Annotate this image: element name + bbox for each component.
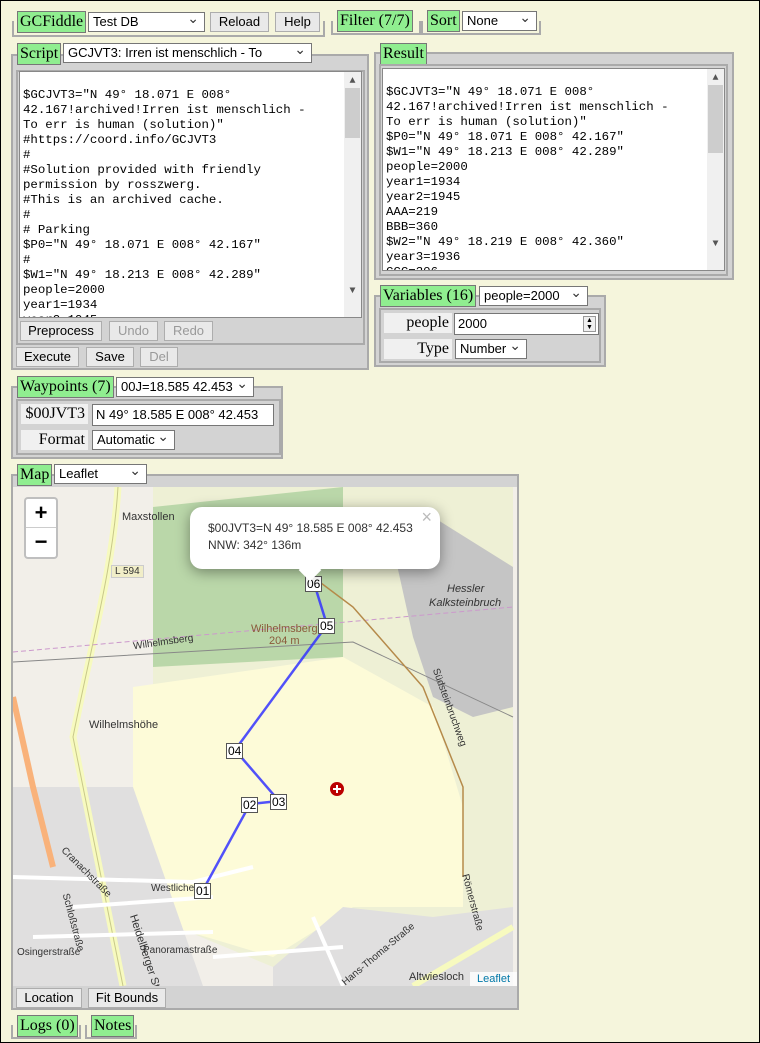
app-title[interactable]: GCFiddle (17, 11, 87, 33)
map-label: Kalksteinbruch (429, 597, 502, 609)
zoom-control: + − (24, 497, 58, 559)
map-label: Altwiesloch (409, 971, 465, 983)
map-view[interactable]: Maxstollen L 594 Wilhelmsberg 204 m Wilh… (13, 487, 517, 986)
map-label: Osingerstraße (17, 947, 81, 958)
variables-legend[interactable]: Variables (16) (380, 285, 477, 307)
execute-button[interactable]: Execute (16, 347, 79, 367)
result-legend[interactable]: Result (380, 43, 427, 65)
waypoint-name-label: $00JVT3 (21, 404, 88, 424)
variable-type-label: Type (384, 339, 452, 359)
waypoint-coord-input[interactable]: N 49° 18.585 E 008° 42.453 (92, 404, 274, 426)
spinner-icon[interactable]: ▲ ▼ (583, 316, 596, 332)
script-textarea[interactable]: $GCJVT3="N 49° 18.071 E 008° 42.167!arch… (19, 71, 362, 318)
waypoints-legend[interactable]: Waypoints (7) (17, 376, 114, 398)
database-select[interactable]: Test DB (88, 12, 205, 32)
location-button[interactable]: Location (16, 988, 82, 1008)
sort-select[interactable]: None (462, 11, 537, 31)
save-button[interactable]: Save (86, 347, 134, 367)
variable-value-input[interactable]: 2000 ▲ ▼ (454, 313, 599, 335)
result-text: $GCJVT3="N 49° 18.071 E 008° 42.167!arch… (386, 85, 669, 270)
popup-close-icon[interactable]: × (421, 508, 432, 526)
map-label: Wilhelmshöhe (89, 719, 159, 731)
map-label: Hessler (447, 583, 485, 595)
help-button[interactable]: Help (275, 12, 320, 32)
waypoint-format-select[interactable]: Automatic (92, 430, 175, 450)
logs-legend[interactable]: Logs (0) (17, 1015, 78, 1037)
variable-name-label: people (384, 313, 452, 333)
map-label: 204 m (269, 635, 300, 647)
redo-button[interactable]: Redo (164, 321, 213, 341)
zoom-out-button[interactable]: − (26, 528, 56, 557)
map-type-select[interactable]: Leaflet (54, 464, 147, 484)
waypoint-format-label: Format (21, 430, 88, 450)
script-legend[interactable]: Script (17, 43, 62, 65)
notes-legend[interactable]: Notes (91, 1015, 135, 1037)
script-text: $GCJVT3="N 49° 18.071 E 008° 42.167!arch… (23, 88, 306, 317)
popup-line-1: $00JVT3=N 49° 18.585 E 008° 42.453 (208, 521, 413, 535)
map-label: L 594 (111, 565, 144, 578)
waypoint-marker-01[interactable]: 01 (194, 883, 212, 899)
zoom-in-button[interactable]: + (26, 499, 56, 528)
result-scrollbar[interactable]: ▲ ▼ (707, 69, 724, 270)
script-select[interactable]: GCJVT3: Irren ist menschlich - To (63, 43, 312, 63)
map-popup: $00JVT3=N 49° 18.585 E 008° 42.453 NNW: … (190, 507, 440, 582)
variable-value: 2000 (458, 316, 487, 331)
leaflet-attribution[interactable]: Leaflet (469, 972, 517, 986)
delete-button[interactable]: Del (140, 347, 178, 367)
variable-type-select[interactable]: Number (455, 339, 527, 359)
undo-button[interactable]: Undo (109, 321, 158, 341)
reload-button[interactable]: Reload (210, 12, 269, 32)
map-label: Panoramastraße (143, 945, 218, 956)
waypoint-marker-02[interactable]: 02 (241, 797, 259, 813)
map-legend[interactable]: Map (17, 464, 53, 486)
popup-line-2: NNW: 342° 136m (208, 538, 302, 552)
preprocess-button[interactable]: Preprocess (20, 321, 102, 341)
fit-bounds-button[interactable]: Fit Bounds (88, 988, 166, 1008)
waypoint-marker-03[interactable]: 03 (270, 794, 288, 810)
waypoint-marker-05[interactable]: 05 (318, 618, 336, 634)
script-scrollbar[interactable]: ▲ ▼ (344, 72, 361, 317)
sort-legend[interactable]: Sort (427, 10, 460, 32)
waypoint-marker-04[interactable]: 04 (226, 743, 244, 759)
variables-select[interactable]: people=2000 (479, 286, 588, 306)
map-label: Wilhelmsberg (251, 623, 318, 635)
result-textarea[interactable]: $GCJVT3="N 49° 18.071 E 008° 42.167!arch… (382, 68, 725, 271)
map-label: Maxstollen (122, 511, 175, 523)
filter-legend[interactable]: Filter (7/7) (337, 10, 413, 32)
waypoints-select[interactable]: 00J=18.585 42.453 (116, 377, 254, 397)
